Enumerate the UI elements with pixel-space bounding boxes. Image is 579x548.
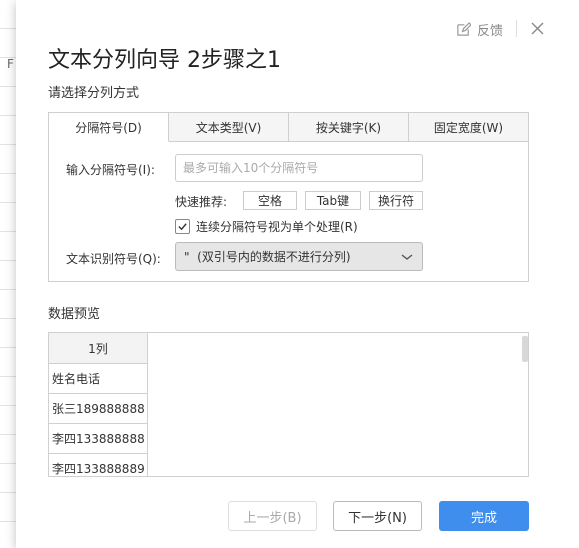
checkmark-icon — [178, 223, 187, 231]
header-divider — [516, 20, 517, 37]
qualifier-select[interactable]: " (双引号内的数据不进行分列) — [175, 242, 423, 271]
quick-tab-button[interactable]: Tab键 — [305, 191, 361, 210]
quick-space-button[interactable]: 空格 — [243, 191, 297, 210]
dialog-title: 文本分列向导 2步骤之1 — [48, 48, 281, 73]
tab-keyword[interactable]: 按关键字(K) — [289, 112, 409, 142]
preview-column-header: 1列 — [49, 333, 148, 364]
preview-column: 1列 姓名电话 张三189888888 李四133888888 李四133888… — [49, 333, 148, 476]
delimiter-input[interactable] — [175, 154, 423, 182]
quick-newline-button[interactable]: 换行符 — [369, 191, 423, 210]
close-icon — [531, 22, 544, 35]
consecutive-label: 连续分隔符号视为单个处理(R) — [196, 220, 358, 234]
text-to-columns-dialog: 反馈 文本分列向导 2步骤之1 请选择分列方式 分隔符号(D) 文本类型(V) … — [16, 0, 579, 548]
preview-row: 姓名电话 — [49, 364, 148, 394]
preview-row: 李四133888889 — [49, 454, 148, 476]
qualifier-label: 文本识别符号(Q): — [66, 252, 161, 266]
qualifier-value: " (双引号内的数据不进行分列) — [184, 250, 351, 264]
edit-icon — [457, 21, 471, 36]
preview-row: 李四133888888 — [49, 424, 148, 454]
data-preview: 1列 姓名电话 张三189888888 李四133888888 李四133888… — [48, 332, 529, 477]
consecutive-checkbox[interactable] — [175, 219, 190, 234]
quick-recommend-label: 快速推荐: — [175, 195, 228, 209]
method-tabs: 分隔符号(D) 文本类型(V) 按关键字(K) 固定宽度(W) — [48, 112, 529, 142]
consecutive-delimiter-option[interactable]: 连续分隔符号视为单个处理(R) — [175, 218, 358, 235]
delimiter-panel: 输入分隔符号(I): 快速推荐: 空格 Tab键 换行符 连续分隔符号视为单个处… — [48, 141, 529, 282]
background-column-letter: F — [7, 57, 14, 71]
tab-delimiter[interactable]: 分隔符号(D) — [48, 112, 169, 142]
finish-button[interactable]: 完成 — [439, 501, 529, 531]
next-step-button[interactable]: 下一步(N) — [333, 501, 422, 531]
prev-step-button[interactable]: 上一步(B) — [228, 501, 317, 531]
chevron-down-icon — [401, 254, 413, 260]
preview-row: 张三189888888 — [49, 394, 148, 424]
preview-scrollbar[interactable] — [522, 336, 528, 362]
close-button[interactable] — [529, 20, 546, 37]
tab-text-type[interactable]: 文本类型(V) — [169, 112, 289, 142]
feedback-label: 反馈 — [477, 23, 504, 39]
delimiter-input-label: 输入分隔符号(I): — [66, 163, 155, 177]
feedback-button[interactable]: 反馈 — [456, 19, 503, 39]
tab-fixed-width[interactable]: 固定宽度(W) — [409, 112, 529, 142]
dialog-subtitle: 请选择分列方式 — [48, 86, 140, 101]
preview-title: 数据预览 — [48, 307, 101, 322]
